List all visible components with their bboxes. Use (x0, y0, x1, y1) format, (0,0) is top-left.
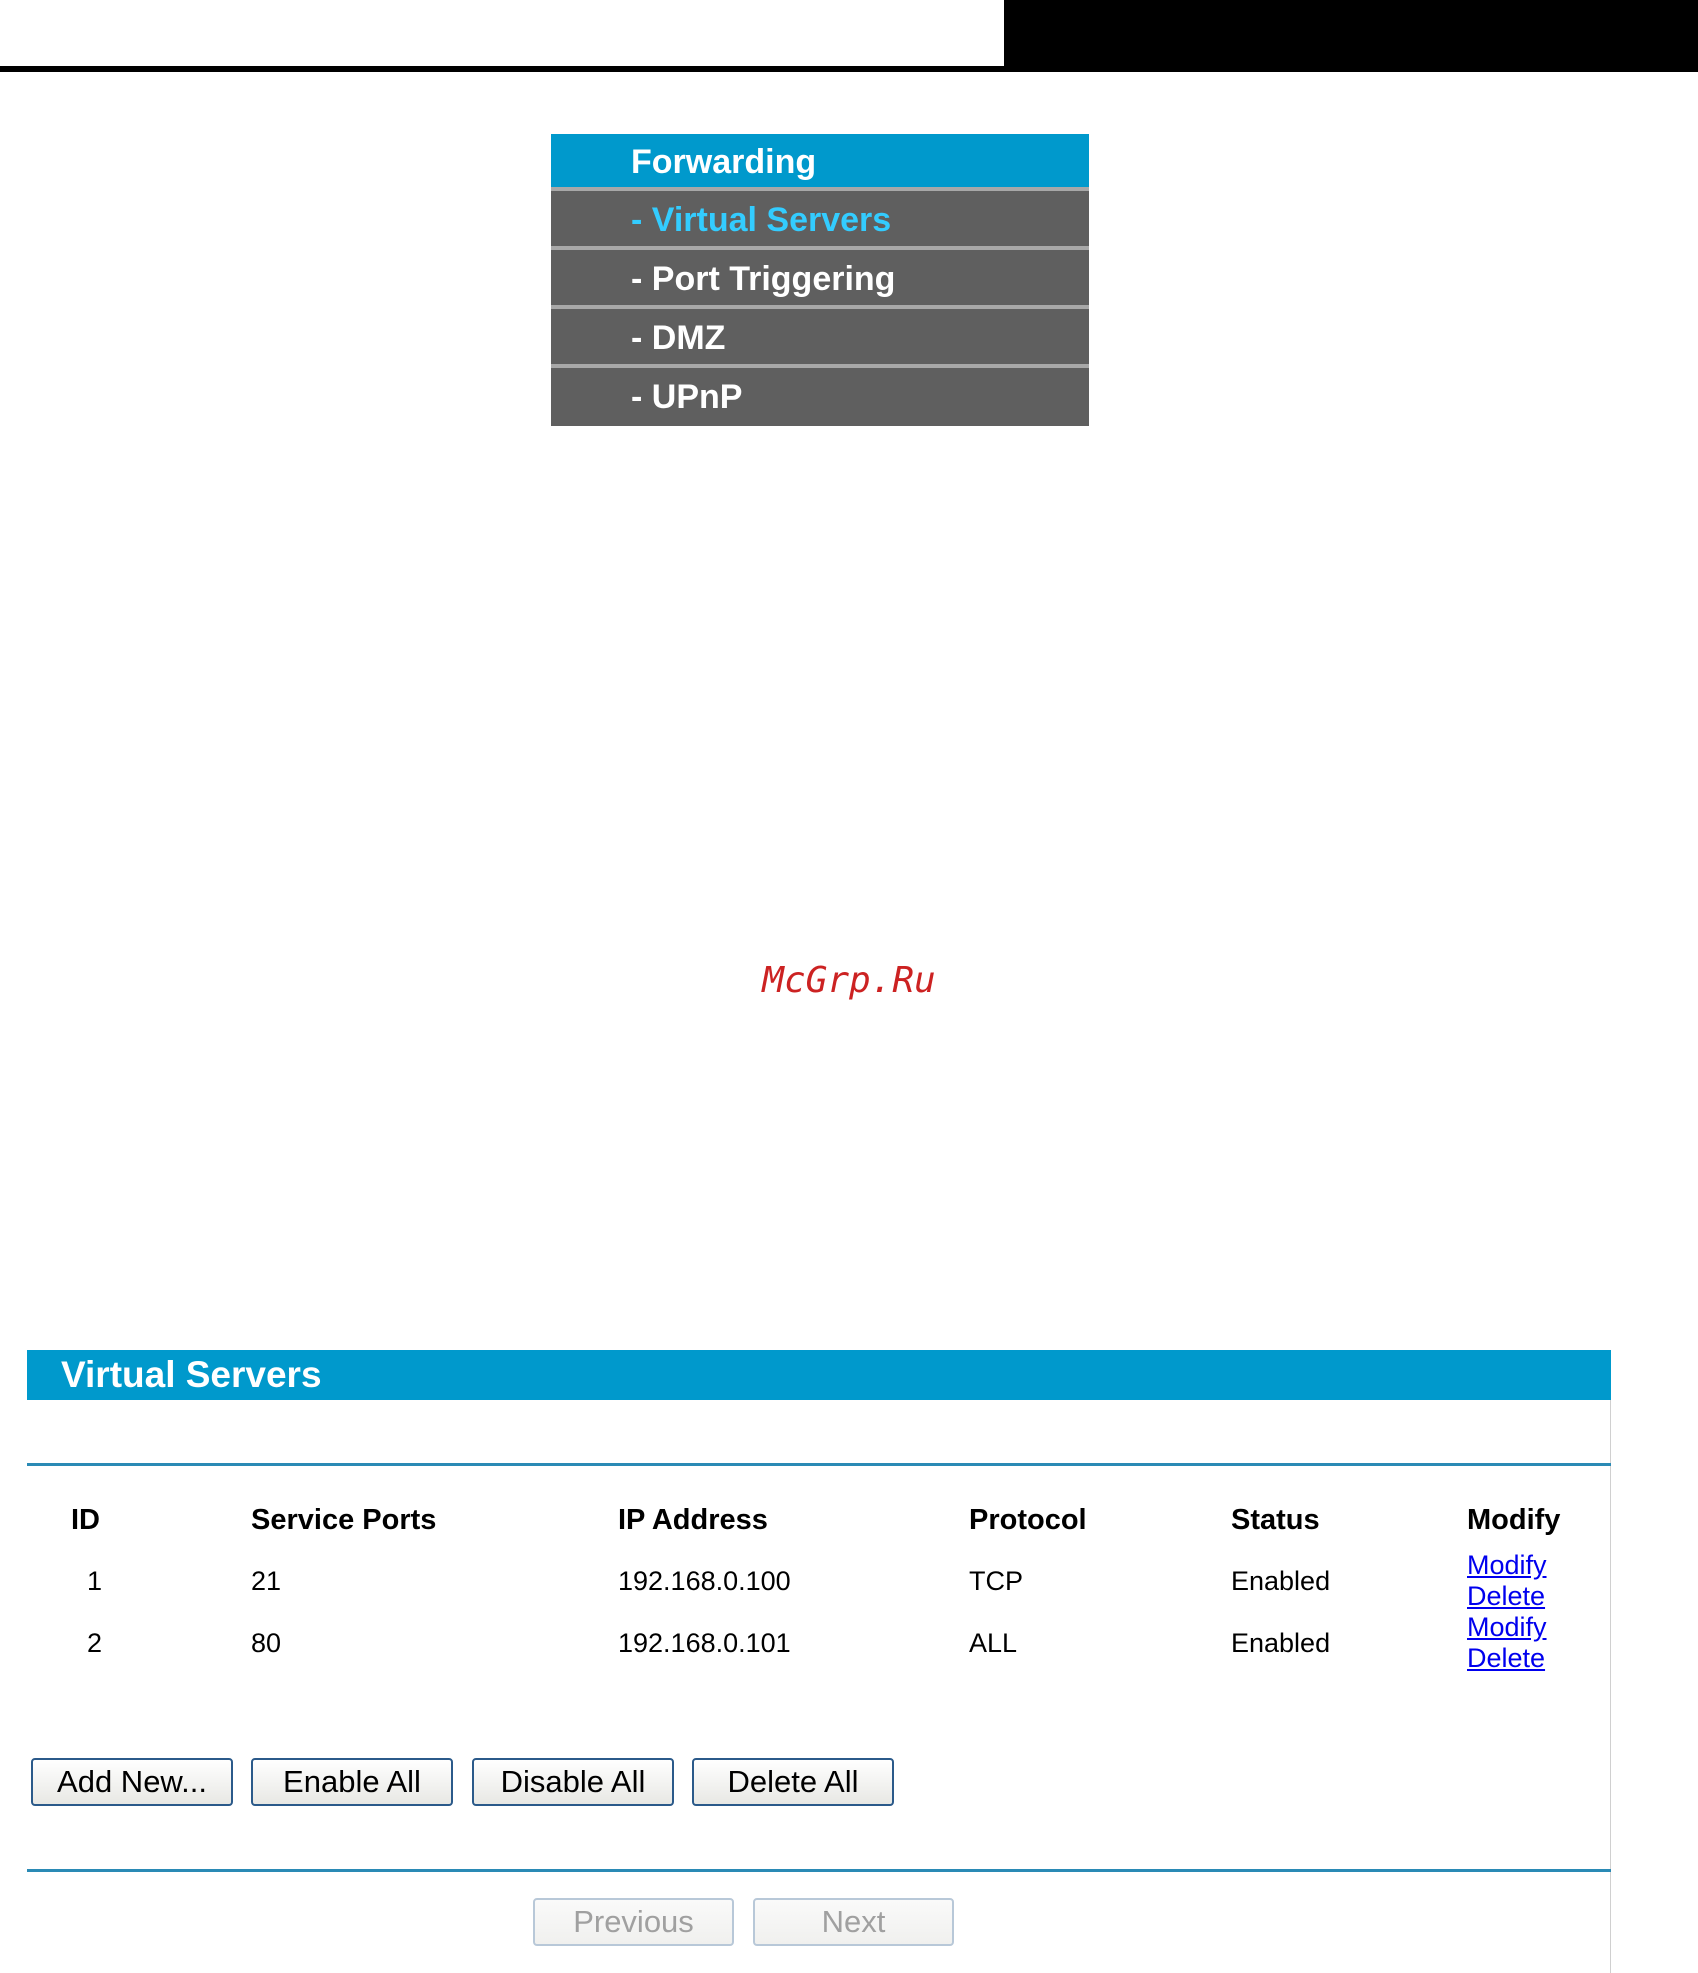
col-header-protocol: Protocol (969, 1503, 1087, 1536)
cell-protocol: TCP (969, 1565, 1023, 1596)
col-header-service-ports: Service Ports (251, 1503, 437, 1536)
cell-modify: Modify Delete (1467, 1612, 1611, 1674)
delete-link[interactable]: Delete (1467, 1581, 1545, 1611)
delete-link[interactable]: Delete (1467, 1643, 1545, 1673)
page-title: Virtual Servers (27, 1350, 1611, 1400)
next-button[interactable]: Next (753, 1898, 954, 1946)
cell-service-ports: 80 (251, 1627, 282, 1658)
divider-top (27, 1463, 1611, 1466)
menu-item-dmz[interactable]: - DMZ (551, 309, 1089, 368)
menu-item-port-triggering[interactable]: - Port Triggering (551, 250, 1089, 309)
col-header-modify: Modify (1467, 1503, 1561, 1536)
cell-id: 2 (87, 1627, 103, 1658)
cell-modify: Modify Delete (1467, 1550, 1611, 1612)
add-new-button[interactable]: Add New... (31, 1758, 233, 1806)
modify-link[interactable]: Modify (1467, 1550, 1547, 1580)
modify-link[interactable]: Modify (1467, 1612, 1547, 1642)
cell-ip-address: 192.168.0.100 (618, 1565, 791, 1596)
col-header-ip-address: IP Address (618, 1503, 768, 1536)
cell-status: Enabled (1231, 1565, 1331, 1596)
previous-button[interactable]: Previous (533, 1898, 734, 1946)
col-header-status: Status (1231, 1503, 1320, 1536)
col-header-id: ID (71, 1503, 100, 1536)
table-row: 1 21 192.168.0.100 TCP Enabled Modify De… (27, 1550, 1611, 1612)
cell-id: 1 (87, 1565, 103, 1596)
header-block (1004, 0, 1698, 72)
virtual-servers-table: ID Service Ports IP Address Protocol Sta… (27, 1490, 1611, 1674)
menu-item-upnp[interactable]: - UPnP (551, 368, 1089, 426)
forwarding-menu: Forwarding - Virtual Servers - Port Trig… (551, 134, 1089, 426)
watermark: McGrp.Ru (762, 960, 936, 1001)
table-header-row: ID Service Ports IP Address Protocol Sta… (27, 1490, 1611, 1550)
menu-item-virtual-servers[interactable]: - Virtual Servers (551, 191, 1089, 250)
panel-border (1610, 1400, 1611, 1973)
menu-title-forwarding[interactable]: Forwarding (551, 134, 1089, 191)
disable-all-button[interactable]: Disable All (472, 1758, 674, 1806)
cell-ip-address: 192.168.0.101 (618, 1627, 791, 1658)
cell-protocol: ALL (969, 1627, 1018, 1658)
enable-all-button[interactable]: Enable All (251, 1758, 453, 1806)
divider-bottom (27, 1869, 1611, 1872)
header-rule (0, 66, 1006, 72)
delete-all-button[interactable]: Delete All (692, 1758, 894, 1806)
cell-status: Enabled (1231, 1627, 1331, 1658)
cell-service-ports: 21 (251, 1565, 282, 1596)
table-row: 2 80 192.168.0.101 ALL Enabled Modify De… (27, 1612, 1611, 1674)
